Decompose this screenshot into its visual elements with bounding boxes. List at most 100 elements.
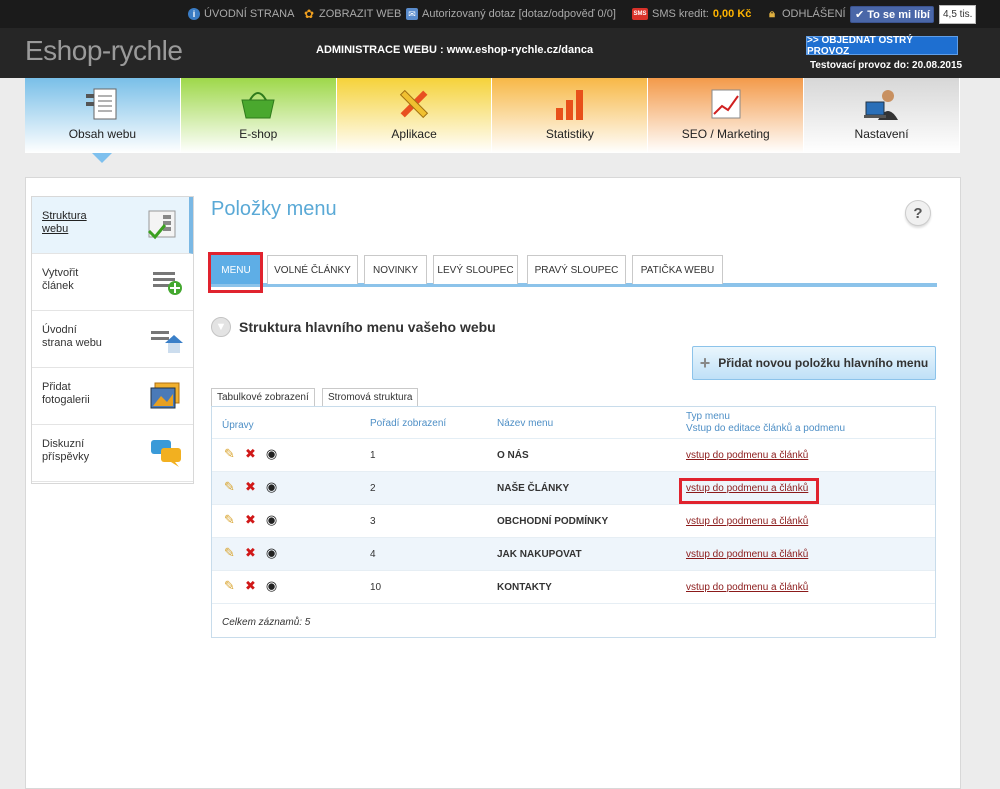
nav-tile-content[interactable]: Obsah webu — [25, 78, 181, 153]
table-row: ✎ ✖ ◉ 4 JAK NAKUPOVAT vstup do podmenu a č… — [212, 538, 935, 571]
highlight-frame-menu-tab — [208, 252, 263, 293]
lock-icon: 🔒︎ — [769, 8, 775, 20]
home-link-label: ÚVODNÍ STRANA — [204, 8, 295, 20]
query-link[interactable]: ✉ Autorizovaný dotaz [dotaz/odpověď 0/0] — [406, 0, 616, 28]
sms-value: 0,00 Kč — [712, 8, 752, 20]
query-label: Autorizovaný dotaz [dotaz/odpověď 0/0] — [422, 8, 616, 20]
growth-chart-icon — [711, 89, 741, 119]
table-row: ✎ ✖ ◉ 1 O NÁS vstup do podmenu a článků — [212, 439, 935, 472]
section-title: Struktura hlavního menu vašeho webu — [239, 319, 496, 335]
nav-label: SEO / Marketing — [681, 127, 770, 141]
sidebar-item-create-article[interactable]: Vytvořit článek — [32, 254, 193, 311]
tab-footer[interactable]: PATIČKA WEBU — [632, 255, 723, 284]
main-panel: Struktura webu Vytvořit článek Úvodní st… — [25, 177, 961, 789]
submenu-link[interactable]: vstup do podmenu a článků — [686, 516, 808, 527]
nav-tile-eshop[interactable]: E-shop — [180, 78, 337, 153]
total-records: Celkem záznamů: 5 — [222, 617, 311, 628]
col-name: Název menu — [497, 418, 554, 429]
delete-x-icon[interactable]: ✖ — [243, 479, 258, 494]
sidebar-item-label: Vytvořit článek — [42, 267, 79, 292]
cell-name: O NÁS — [497, 450, 529, 461]
cell-order: 1 — [370, 450, 376, 461]
sidebar-item-label: Struktura webu — [42, 210, 87, 235]
main-nav: Obsah webu E-shop Aplikace Statistiky SE… — [25, 78, 960, 153]
thumb-up-icon: ✔ — [855, 9, 865, 21]
sms-credit: SMS SMS kredit: 0,00 Kč — [632, 0, 751, 28]
eye-icon[interactable]: ◉ — [264, 479, 279, 494]
logout-link[interactable]: 🔒︎ ODHLÁŠENÍ — [766, 0, 846, 28]
add-button-label: Přidat novou položku hlavního menu — [718, 356, 929, 370]
cell-order: 4 — [370, 549, 376, 560]
tools-icon — [399, 89, 429, 119]
table-row: ✎ ✖ ◉ 10 KONTAKTY vstup do podmenu a článk… — [212, 571, 935, 604]
col-actions: Úpravy — [222, 420, 254, 431]
submenu-link[interactable]: vstup do podmenu a článků — [686, 450, 808, 461]
basket-icon — [241, 92, 275, 119]
admin-title: ADMINISTRACE WEBU : www.eshop-rychle.cz/… — [316, 44, 594, 56]
test-date: Testovací provoz do: 20.08.2015 — [810, 60, 963, 71]
delete-x-icon[interactable]: ✖ — [243, 545, 258, 560]
tab-tree-view[interactable]: Stromová struktura — [322, 388, 419, 406]
edit-pencil-icon[interactable]: ✎ — [222, 512, 237, 527]
delete-x-icon[interactable]: ✖ — [243, 446, 258, 461]
sidebar-item-discussion[interactable]: Diskuzní příspěvky — [32, 425, 193, 482]
order-live-button[interactable]: >> OBJEDNAT OSTRÝ PROVOZ — [806, 35, 958, 57]
arrow-down-icon: ▼ — [211, 317, 231, 337]
page-title: Položky menu — [211, 198, 337, 220]
sidebar-item-homepage[interactable]: Úvodní strana webu — [32, 311, 193, 368]
nav-tile-stats[interactable]: Statistiky — [492, 78, 649, 153]
sms-label: SMS kredit: — [652, 8, 709, 20]
nav-tile-apps[interactable]: Aplikace — [336, 78, 493, 153]
sidebar-item-gallery[interactable]: Přidat fotogalerii — [32, 368, 193, 425]
tab-news[interactable]: NOVINKY — [364, 255, 427, 284]
nav-label: Nastavení — [854, 127, 909, 141]
chat-bubbles-icon — [151, 440, 181, 467]
eye-icon[interactable]: ◉ — [264, 446, 279, 461]
submenu-link[interactable]: vstup do podmenu a článků — [686, 549, 808, 560]
delete-x-icon[interactable]: ✖ — [243, 512, 258, 527]
edit-pencil-icon[interactable]: ✎ — [222, 446, 237, 461]
eye-icon[interactable]: ◉ — [264, 545, 279, 560]
table-row: ✎ ✖ ◉ 3 OBCHODNÍ PODMÍNKY vstup do podmenu… — [212, 505, 935, 538]
nav-label: Statistiky — [545, 127, 594, 141]
bar-chart-icon — [555, 90, 583, 120]
section-heading: ▼ Struktura hlavního menu vašeho webu — [211, 317, 496, 337]
gallery-icon — [150, 382, 180, 409]
home-link[interactable]: i ÚVODNÍ STRANA — [188, 0, 294, 28]
eye-icon[interactable]: ◉ — [264, 578, 279, 593]
logo[interactable]: Eshop-rychle — [25, 35, 183, 67]
nav-tile-seo[interactable]: SEO / Marketing — [648, 78, 805, 153]
submenu-link[interactable]: vstup do podmenu a článků — [686, 582, 808, 593]
sidebar-item-label: Úvodní strana webu — [42, 324, 102, 349]
cell-name: JAK NAKUPOVAT — [497, 549, 582, 560]
tab-free-articles[interactable]: VOLNÉ ČLÁNKY — [267, 255, 358, 284]
edit-pencil-icon[interactable]: ✎ — [222, 578, 237, 593]
edit-pencil-icon[interactable]: ✎ — [222, 479, 237, 494]
help-button[interactable]: ? — [905, 200, 931, 226]
col-type: Typ menu — [686, 411, 730, 422]
sidebar-item-structure[interactable]: Struktura webu — [32, 197, 193, 254]
edit-pencil-icon[interactable]: ✎ — [222, 545, 237, 560]
like-button[interactable]: ✔ To se mi líbí — [850, 6, 934, 23]
show-web-label: ZOBRAZIT WEB — [319, 8, 402, 20]
tab-table-view[interactable]: Tabulkové zobrazení — [211, 388, 315, 406]
delete-x-icon[interactable]: ✖ — [243, 578, 258, 593]
logout-label: ODHLÁŠENÍ — [782, 8, 846, 20]
table-row: ✎ ✖ ◉ 2 NAŠE ČLÁNKY vstup do podmenu a člá… — [212, 472, 935, 505]
sidebar-item-label: Diskuzní příspěvky — [42, 438, 90, 463]
eye-icon[interactable]: ◉ — [264, 512, 279, 527]
add-menu-item-button[interactable]: + Přidat novou položku hlavního menu — [692, 346, 936, 380]
tab-left-column[interactable]: LEVÝ SLOUPEC — [433, 255, 518, 284]
nav-label: E-shop — [239, 127, 278, 141]
menu-tabs: MENU VOLNÉ ČLÁNKY NOVINKY LEVÝ SLOUPEC P… — [211, 253, 937, 287]
add-article-icon — [153, 272, 182, 295]
nav-tile-settings[interactable]: Nastavení — [804, 78, 960, 153]
info-icon: i — [188, 8, 200, 20]
top-bar: i ÚVODNÍ STRANA ✿ ZOBRAZIT WEB ✉ Autoriz… — [0, 0, 1000, 28]
show-web-link[interactable]: ✿ ZOBRAZIT WEB — [303, 0, 401, 28]
sidebar: Struktura webu Vytvořit článek Úvodní st… — [31, 196, 194, 484]
tab-right-column[interactable]: PRAVÝ SLOUPEC — [527, 255, 626, 284]
like-count: 4,5 tis. — [939, 5, 977, 24]
highlight-frame-link — [679, 478, 819, 504]
sidebar-item-label: Přidat fotogalerii — [42, 381, 90, 406]
